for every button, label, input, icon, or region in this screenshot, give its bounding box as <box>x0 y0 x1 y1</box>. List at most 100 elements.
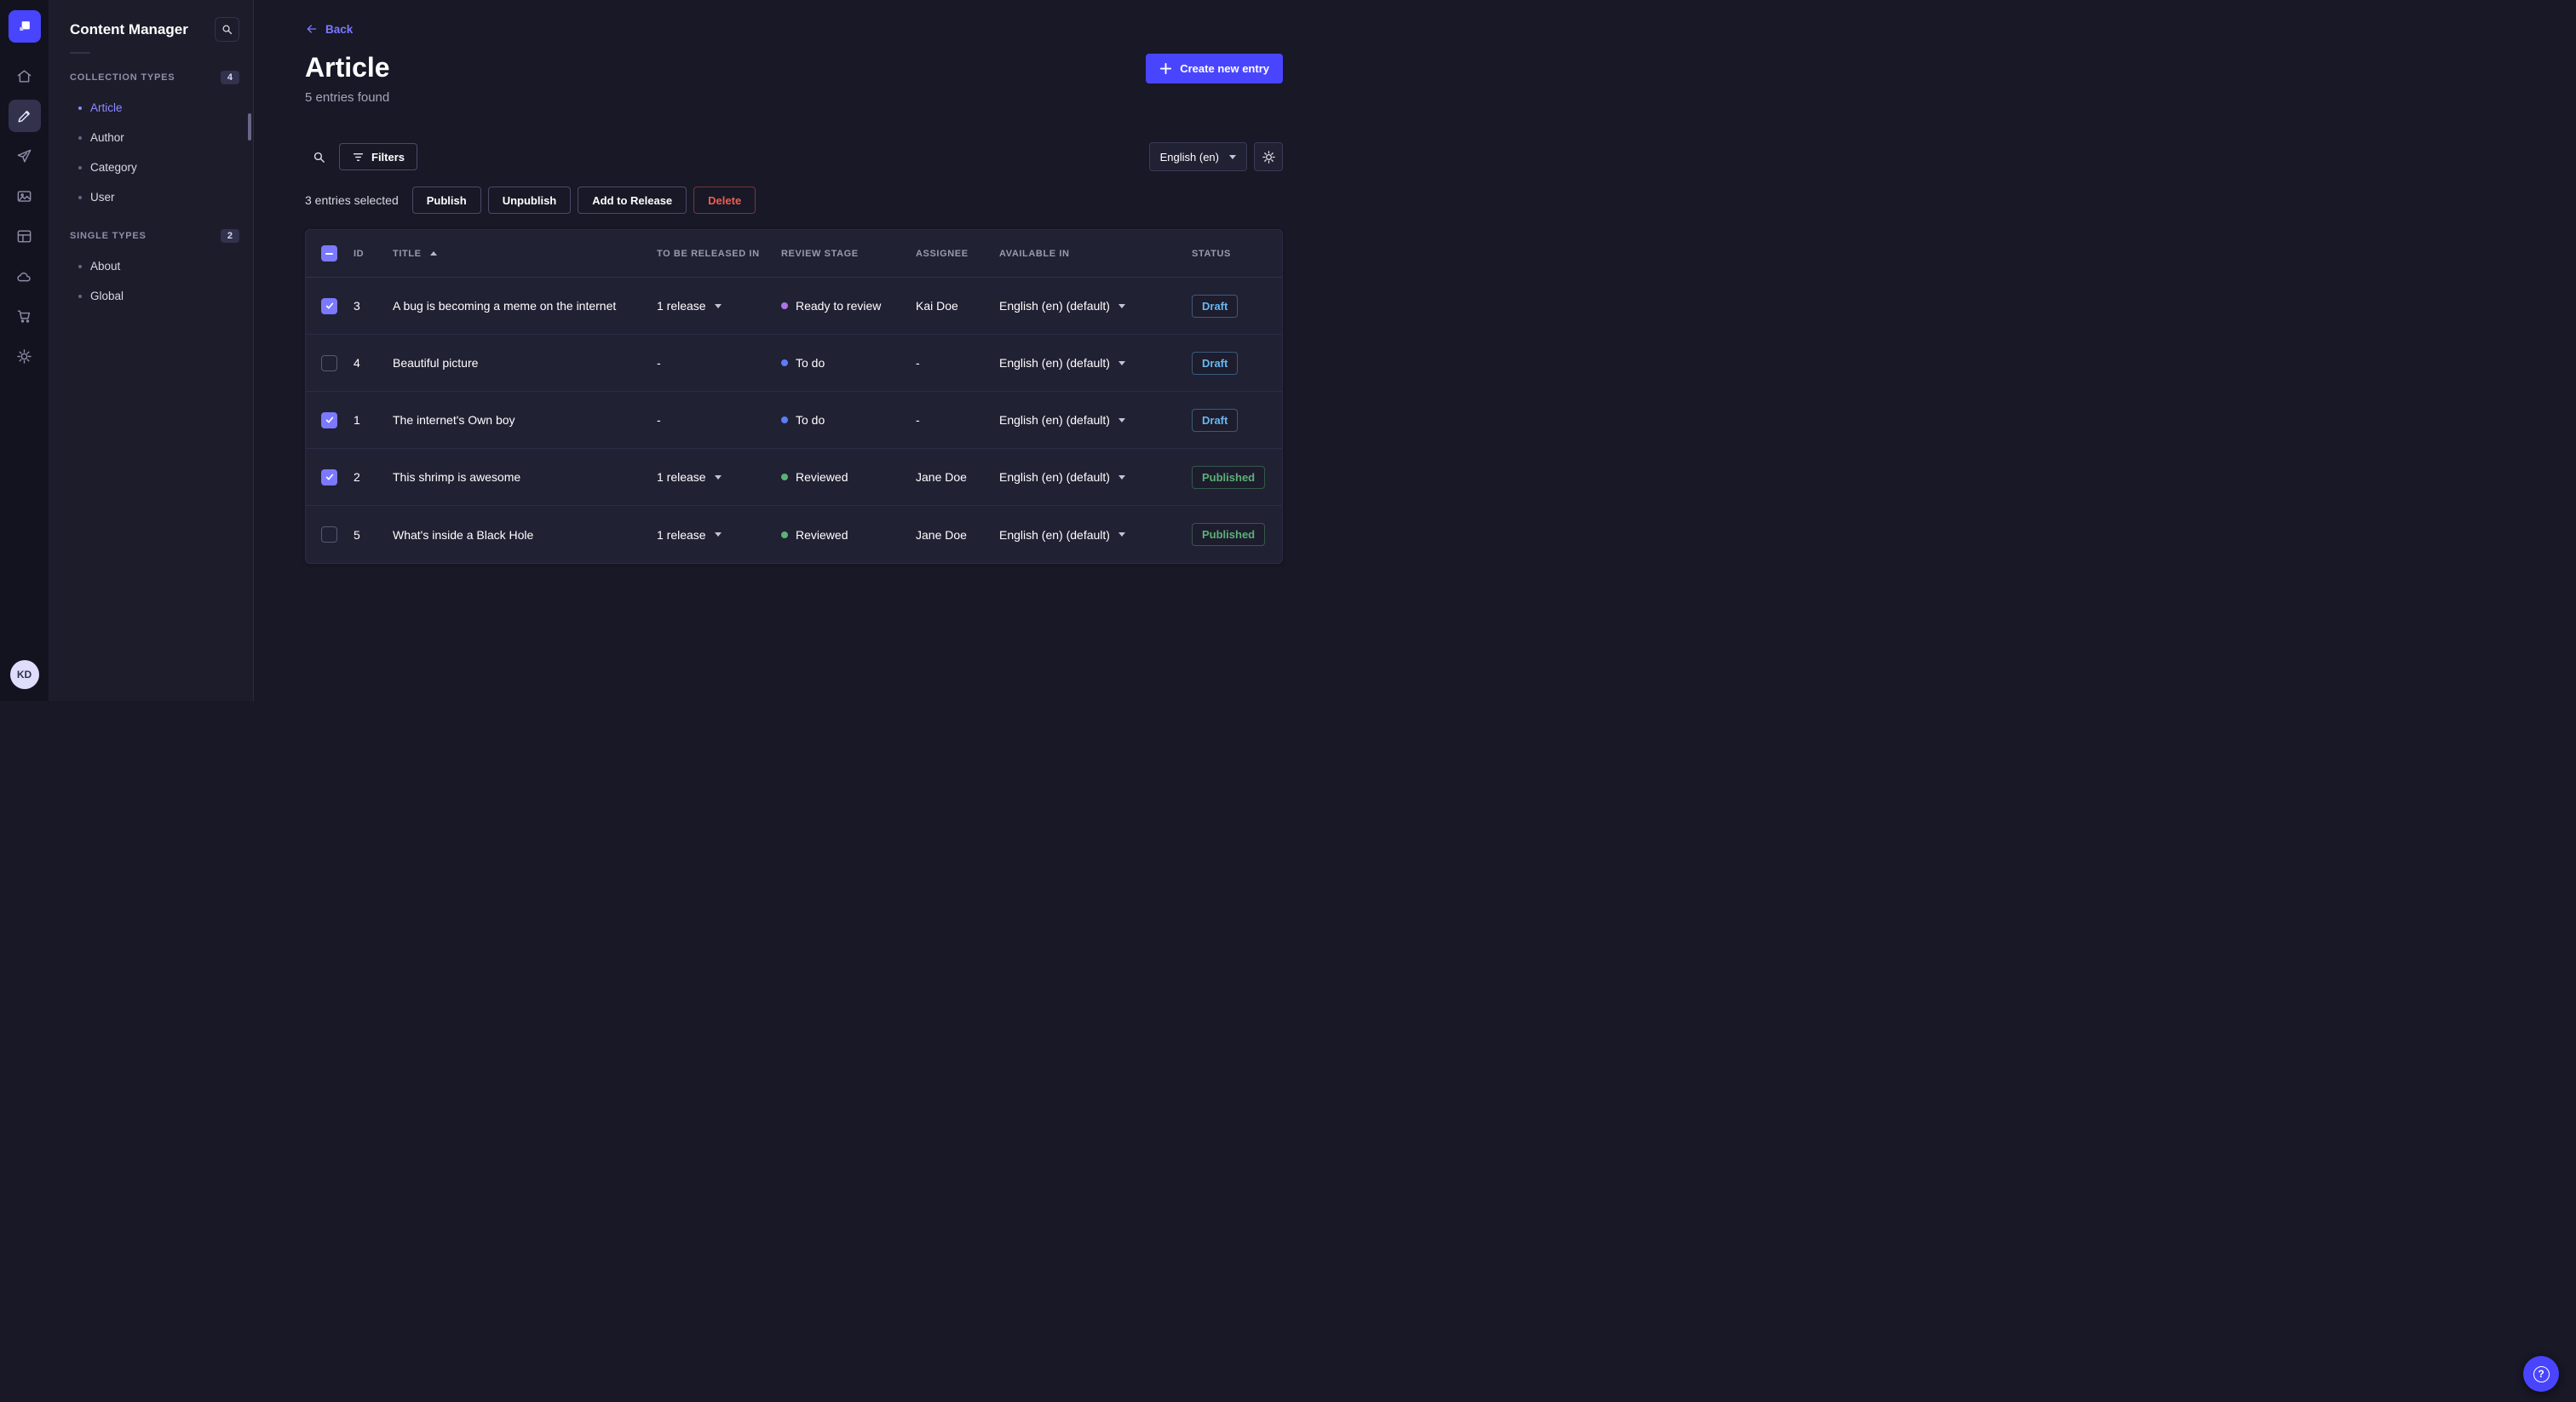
entry-id: 5 <box>354 527 360 542</box>
section-collection-types: COLLECTION TYPES 4 <box>49 62 253 93</box>
create-entry-button[interactable]: Create new entry <box>1146 54 1283 83</box>
sidebar-item-about[interactable]: About <box>49 251 253 281</box>
layout-icon <box>17 229 32 243</box>
sidebar-item-user[interactable]: User <box>49 182 253 212</box>
column-header-release[interactable]: TO BE RELEASED IN <box>657 249 781 259</box>
row-checkbox[interactable] <box>321 354 337 371</box>
sidebar-item-author[interactable]: Author <box>49 123 253 152</box>
add-to-release-button[interactable]: Add to Release <box>578 187 687 214</box>
column-header-id[interactable]: ID <box>354 249 393 259</box>
sidebar-item-label: User <box>90 191 115 204</box>
assignee: - <box>916 356 920 370</box>
table-row[interactable]: 1 The internet's Own boy - To do - Engli… <box>306 392 1282 449</box>
nav-marketplace[interactable] <box>9 300 41 332</box>
publish-button[interactable]: Publish <box>411 187 481 214</box>
page-header-text: Article 5 entries found <box>305 52 390 105</box>
sidebar-item-article[interactable]: Article <box>49 93 253 123</box>
available-in-cell: English (en) (default) <box>999 413 1192 427</box>
question-icon: ? <box>2533 1365 2550 1382</box>
review-stage-dot <box>781 417 788 423</box>
release-caret[interactable] <box>714 474 722 480</box>
entry-id: 4 <box>354 356 360 370</box>
available-in-caret[interactable] <box>1118 532 1125 537</box>
available-in-label: English (en) (default) <box>999 356 1110 370</box>
column-header-status[interactable]: STATUS <box>1192 249 1282 259</box>
available-in-caret[interactable] <box>1118 360 1125 365</box>
release-cell: 1 release <box>657 470 781 484</box>
release-caret[interactable] <box>714 303 722 308</box>
sidebar-search-button[interactable] <box>215 17 239 42</box>
review-stage-cell: To do <box>781 356 916 370</box>
filters-button[interactable]: Filters <box>339 143 418 170</box>
nav-deploy[interactable] <box>9 260 41 292</box>
divider <box>70 52 90 54</box>
selection-count: 3 entries selected <box>305 193 399 207</box>
selection-bar: 3 entries selected Publish Unpublish Add… <box>305 187 1283 214</box>
sidebar-header: Content Manager <box>49 0 253 49</box>
review-stage-label: Ready to review <box>796 299 882 313</box>
toolbar-right: English (en) <box>1148 142 1283 171</box>
strapi-logo[interactable] <box>8 10 41 43</box>
sidebar-scrollbar-thumb[interactable] <box>248 113 251 141</box>
column-header-review-stage[interactable]: REVIEW STAGE <box>781 249 916 259</box>
help-button[interactable]: ? <box>2523 1356 2559 1392</box>
available-in-caret[interactable] <box>1118 417 1125 422</box>
entry-title: This shrimp is awesome <box>393 470 521 484</box>
toolbar: Filters English (en) <box>305 142 1283 171</box>
view-settings-button[interactable] <box>1254 142 1283 171</box>
status-badge: Published <box>1192 523 1266 546</box>
section-label: SINGLE TYPES <box>70 231 147 241</box>
delete-button[interactable]: Delete <box>693 187 756 214</box>
nav-media-library[interactable] <box>9 180 41 212</box>
column-header-title[interactable]: TITLE <box>393 249 657 259</box>
entry-title: Beautiful picture <box>393 356 479 370</box>
review-stage-cell: Reviewed <box>781 470 916 484</box>
column-header-assignee[interactable]: ASSIGNEE <box>916 249 999 259</box>
review-stage-dot <box>781 302 788 309</box>
bullet-icon <box>78 135 82 140</box>
review-stage-dot <box>781 359 788 366</box>
column-header-available-in[interactable]: AVAILABLE IN <box>999 249 1192 259</box>
row-checkbox[interactable] <box>321 411 337 428</box>
nav-content-manager[interactable] <box>8 100 41 132</box>
column-header-title-label: TITLE <box>393 248 422 259</box>
table-row[interactable]: 2 This shrimp is awesome 1 release Revie… <box>306 449 1282 506</box>
sidebar-item-global[interactable]: Global <box>49 281 253 311</box>
filters-label: Filters <box>371 150 405 164</box>
user-avatar[interactable]: KD <box>9 660 39 689</box>
available-in-caret[interactable] <box>1118 303 1125 308</box>
sidebar-item-category[interactable]: Category <box>49 152 253 182</box>
filter-icon <box>353 152 364 161</box>
search-button[interactable] <box>305 143 332 170</box>
unpublish-button[interactable]: Unpublish <box>487 187 572 214</box>
table-row[interactable]: 5 What's inside a Black Hole 1 release R… <box>306 506 1282 563</box>
content-manager-sidebar: Content Manager COLLECTION TYPES 4 Artic… <box>49 0 254 701</box>
nav-releases[interactable] <box>9 140 41 172</box>
single-types-count-badge: 2 <box>220 229 239 243</box>
main-content: Back Article 5 entries found Create new … <box>254 0 1288 701</box>
gear-icon <box>1262 150 1275 164</box>
nav-settings[interactable] <box>9 340 41 372</box>
review-stage-cell: Ready to review <box>781 299 916 313</box>
entry-title: A bug is becoming a meme on the internet <box>393 299 617 313</box>
row-checkbox[interactable] <box>321 526 337 543</box>
available-in-caret[interactable] <box>1118 474 1125 480</box>
select-all-cell <box>306 245 354 261</box>
available-in-cell: English (en) (default) <box>999 528 1192 542</box>
row-checkbox[interactable] <box>321 297 337 314</box>
nav-content-type-builder[interactable] <box>9 220 41 252</box>
back-link[interactable]: Back <box>305 22 353 36</box>
table-row[interactable]: 3 A bug is becoming a meme on the intern… <box>306 278 1282 335</box>
review-stage-cell: To do <box>781 413 916 427</box>
nav-home[interactable] <box>9 60 41 92</box>
release-caret[interactable] <box>714 532 722 537</box>
check-icon <box>325 302 333 309</box>
locale-select[interactable]: English (en) <box>1148 142 1247 171</box>
release-cell: - <box>657 413 781 427</box>
row-checkbox[interactable] <box>321 468 337 486</box>
select-all-checkbox[interactable] <box>321 245 337 261</box>
release-count: 1 release <box>657 527 706 542</box>
table-row[interactable]: 4 Beautiful picture - To do - English (e… <box>306 335 1282 392</box>
paper-plane-icon <box>17 149 32 163</box>
bullet-icon <box>78 106 82 110</box>
